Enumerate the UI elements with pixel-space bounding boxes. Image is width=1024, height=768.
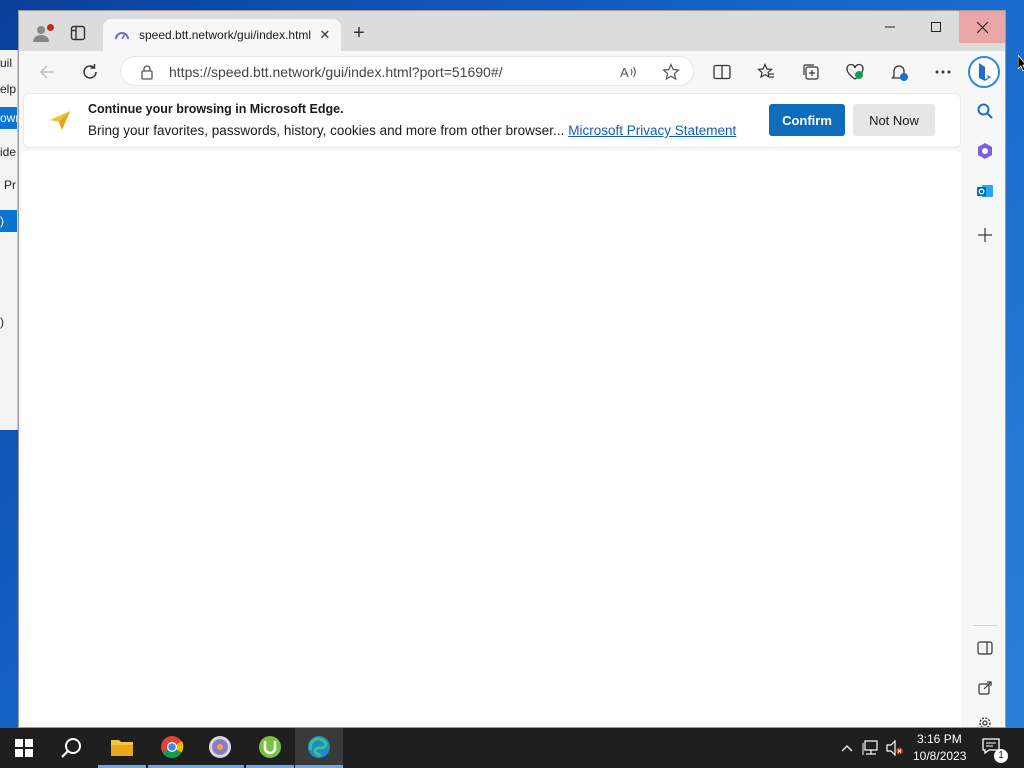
back-icon[interactable] [34, 59, 60, 85]
bg-window-text: Pr [4, 178, 16, 192]
page-content[interactable] [21, 151, 961, 727]
tab-close-icon[interactable]: ✕ [315, 25, 335, 45]
bg-window-selected-item[interactable]: ) [0, 210, 17, 232]
bg-window-text: elp [0, 82, 17, 96]
split-screen-icon[interactable] [709, 59, 735, 85]
paper-plane-icon [50, 111, 70, 130]
notification-count-badge: 1 [994, 749, 1008, 763]
privacy-statement-link[interactable]: Microsoft Privacy Statement [568, 123, 736, 138]
favorites-icon[interactable] [753, 59, 779, 85]
browser-essentials-icon[interactable] [842, 59, 868, 85]
bg-window-selected-item[interactable]: own [0, 107, 17, 129]
file-explorer-icon[interactable] [98, 728, 146, 768]
clock-time[interactable]: 3:16 PM [917, 732, 962, 746]
sidebar-settings-icon[interactable] [973, 715, 997, 727]
start-button[interactable] [0, 728, 48, 768]
refresh-icon[interactable] [77, 59, 103, 85]
mouse-cursor-icon [1018, 55, 1024, 71]
favorite-star-icon[interactable] [660, 61, 682, 83]
volume-muted-icon[interactable] [886, 739, 904, 757]
address-bar[interactable]: https://speed.btt.network/gui/index.html… [120, 56, 694, 86]
notifications-bell-icon[interactable] [886, 59, 912, 85]
bg-window-text: ide [0, 145, 17, 159]
collections-icon[interactable] [798, 59, 824, 85]
edge-taskbar-icon[interactable] [295, 728, 343, 768]
background-window[interactable]: uil elp own ide Pr ) ) [0, 50, 18, 430]
chrome-icon[interactable] [148, 728, 196, 768]
profile-alert-dot [47, 24, 54, 31]
more-options-icon[interactable] [930, 59, 956, 85]
read-aloud-icon[interactable]: A [618, 61, 640, 83]
infobar-title: Continue your browsing in Microsoft Edge… [88, 102, 344, 116]
add-sidebar-app-icon[interactable] [973, 223, 997, 247]
import-infobar: Continue your browsing in Microsoft Edge… [23, 93, 961, 148]
utorrent-icon[interactable] [246, 728, 294, 768]
tab-active[interactable]: speed.btt.network/gui/index.html ✕ [103, 19, 341, 51]
taskbar: 3:16 PM 10/8/2023 1 [0, 728, 1024, 768]
tab-title: speed.btt.network/gui/index.html [139, 28, 311, 42]
edge-window: speed.btt.network/gui/index.html ✕ + htt… [18, 10, 1006, 728]
infobar-body-text: Bring your favorites, passwords, history… [88, 123, 565, 138]
search-taskbar-icon[interactable] [48, 728, 96, 768]
maximize-icon[interactable] [913, 11, 959, 43]
url-text[interactable]: https://speed.btt.network/gui/index.html… [169, 64, 503, 80]
media-player-icon[interactable] [196, 728, 244, 768]
open-external-icon[interactable] [973, 676, 997, 700]
tab-bar: speed.btt.network/gui/index.html ✕ + [19, 11, 1005, 51]
new-tab-icon[interactable]: + [349, 23, 369, 44]
lock-icon[interactable] [139, 64, 155, 80]
bg-window-text: uil [0, 56, 13, 70]
network-icon[interactable] [862, 739, 880, 757]
bg-window-text: ) [0, 315, 4, 329]
outlook-icon[interactable] [973, 179, 997, 203]
confirm-button[interactable]: Confirm [769, 104, 845, 136]
not-now-button[interactable]: Not Now [853, 104, 935, 136]
site-favicon-icon [115, 32, 129, 40]
tab-actions-icon[interactable] [66, 21, 90, 45]
search-icon[interactable] [973, 99, 997, 123]
sidebar-divider [973, 625, 997, 626]
show-hidden-icons-icon[interactable] [838, 739, 856, 757]
hide-sidebar-icon[interactable] [973, 636, 997, 660]
close-window-icon[interactable] [959, 11, 1005, 43]
edge-sidebar [965, 91, 1005, 727]
minimize-icon[interactable] [867, 11, 913, 43]
clock-date[interactable]: 10/8/2023 [913, 749, 966, 763]
toolbar: https://speed.btt.network/gui/index.html… [19, 51, 1005, 91]
bing-copilot-icon[interactable] [968, 56, 1000, 88]
svg-text:A: A [620, 65, 629, 80]
tools-icon[interactable] [973, 139, 997, 163]
infobar-body: Bring your favorites, passwords, history… [88, 123, 736, 138]
